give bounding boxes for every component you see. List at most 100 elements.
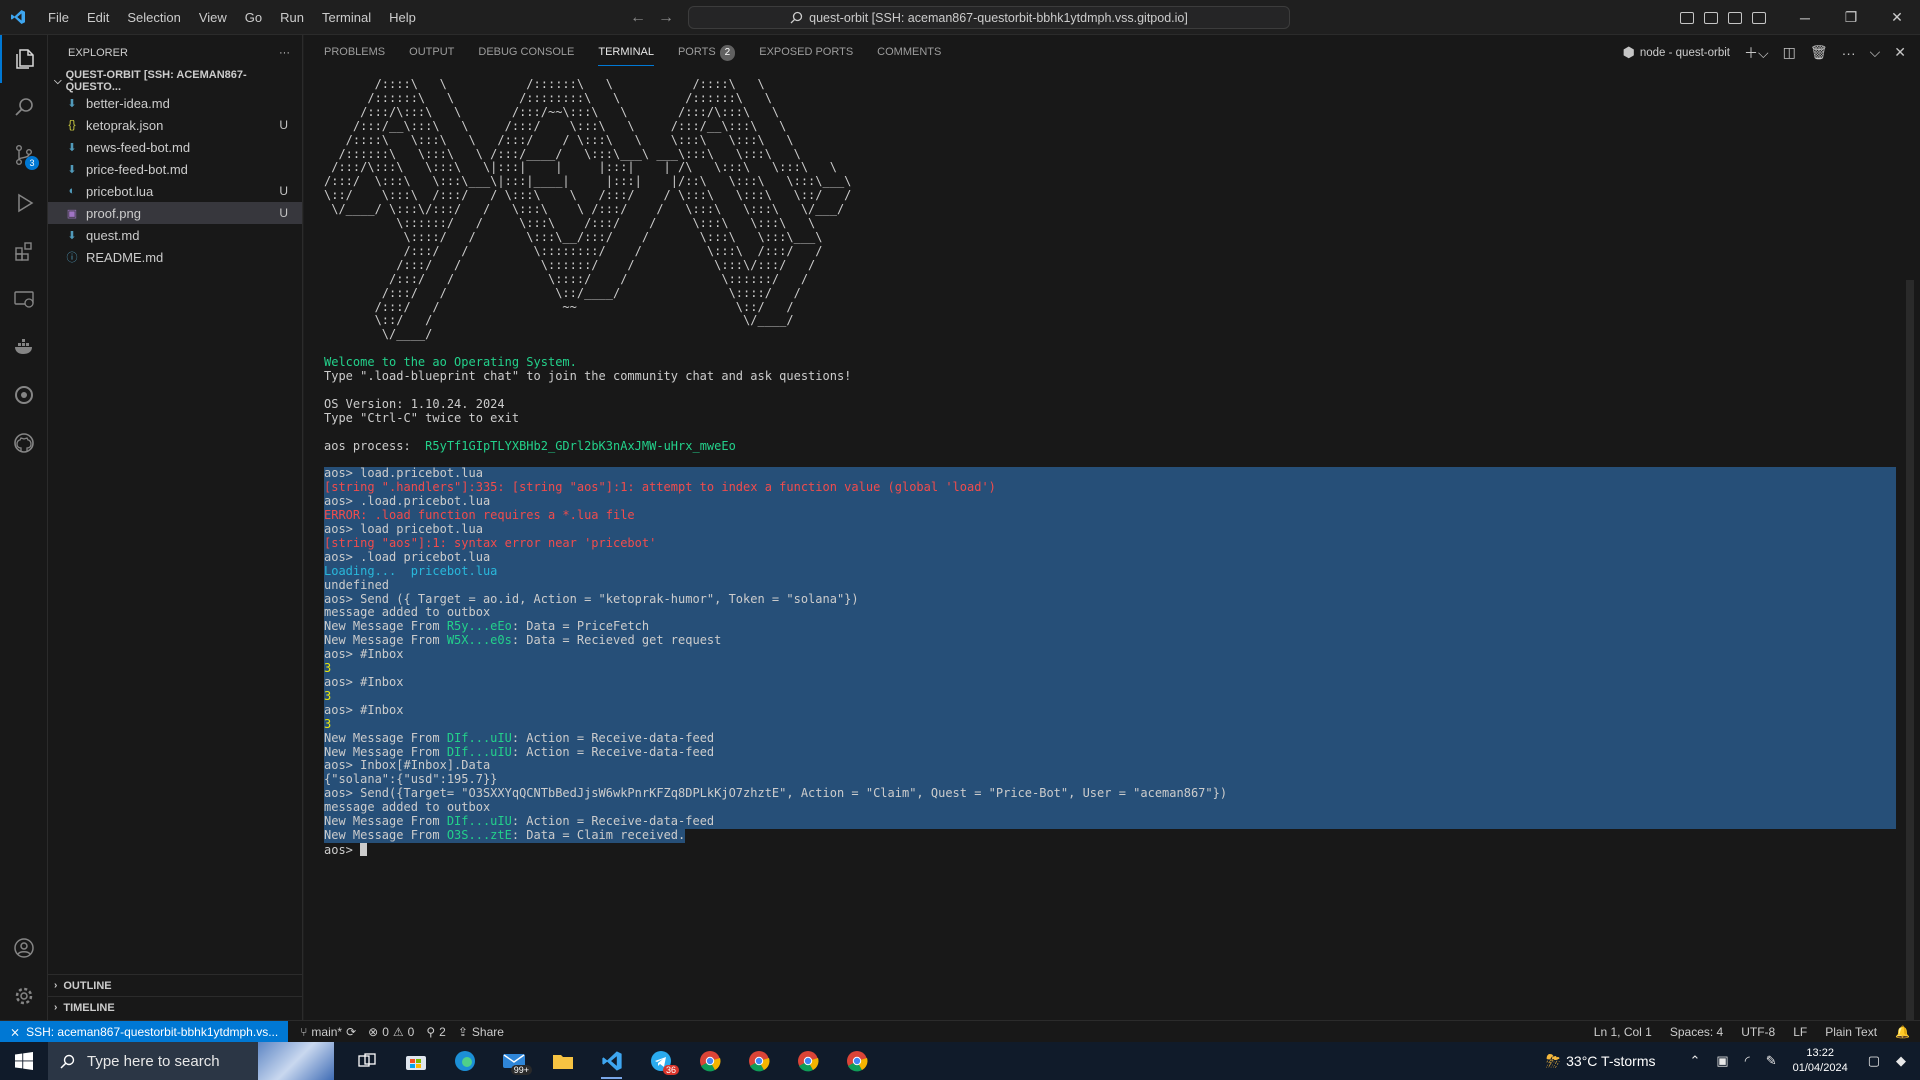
settings-gear-icon[interactable] bbox=[0, 972, 48, 1020]
menu-terminal[interactable]: Terminal bbox=[313, 0, 380, 35]
info-icon: ⓘ bbox=[66, 252, 78, 264]
end-of-line[interactable]: LF bbox=[1793, 1025, 1807, 1039]
file-item[interactable]: ⬇ news-feed-bot.md bbox=[48, 136, 302, 158]
terminal-line: aos> .load pricebot.lua bbox=[324, 550, 1896, 565]
branch-name: main* bbox=[311, 1024, 343, 1039]
forward-arrow-icon[interactable]: → bbox=[658, 9, 674, 27]
microsoft-store-icon[interactable] bbox=[391, 1042, 440, 1080]
notifications-bell-icon[interactable]: 🔔 bbox=[1895, 1025, 1910, 1039]
workspace-folder[interactable]: ⌵ QUEST-ORBIT [SSH: ACEMAN867-QUESTO... bbox=[48, 69, 302, 93]
tab-exposed-ports[interactable]: EXPOSED PORTS bbox=[759, 35, 853, 70]
menu-edit[interactable]: Edit bbox=[78, 0, 118, 35]
file-item[interactable]: ⓘ README.md bbox=[48, 246, 302, 268]
terminal-text-segment: New Message From bbox=[324, 619, 447, 634]
tab-output[interactable]: OUTPUT bbox=[409, 35, 454, 70]
more-actions-icon[interactable]: ··· bbox=[1842, 45, 1856, 61]
edge-icon[interactable] bbox=[440, 1042, 489, 1080]
file-item[interactable]: ⬇ better-idea.md bbox=[48, 92, 302, 114]
file-explorer-icon[interactable] bbox=[538, 1042, 587, 1080]
toggle-primary-sidebar-icon[interactable] bbox=[1680, 11, 1694, 24]
encoding[interactable]: UTF-8 bbox=[1741, 1025, 1775, 1039]
chrome-icon[interactable] bbox=[685, 1042, 734, 1080]
task-view-icon[interactable] bbox=[342, 1042, 391, 1080]
close-panel-icon[interactable]: ✕ bbox=[1894, 44, 1906, 61]
notifications-icon[interactable]: ▢ bbox=[1868, 1053, 1880, 1069]
file-name: proof.png bbox=[86, 205, 141, 221]
chevron-down-icon[interactable]: ⌵ bbox=[1870, 44, 1881, 61]
file-item[interactable]: {} ketoprak.json U bbox=[48, 114, 302, 136]
split-terminal-icon[interactable]: ◫ bbox=[1783, 44, 1796, 61]
menu-selection[interactable]: Selection bbox=[118, 0, 189, 35]
command-center-label: quest-orbit [SSH: aceman867-questorbit-b… bbox=[809, 10, 1188, 25]
pen-icon[interactable]: ✎ bbox=[1766, 1053, 1777, 1069]
outline-section[interactable]: › OUTLINE bbox=[48, 974, 303, 996]
telegram-icon[interactable]: 36 bbox=[636, 1042, 685, 1080]
vscode-taskbar-icon[interactable] bbox=[587, 1042, 636, 1080]
menu-view[interactable]: View bbox=[190, 0, 236, 35]
clock[interactable]: 13:22 01/04/2024 bbox=[1793, 1046, 1848, 1076]
remote-explorer-icon[interactable] bbox=[0, 275, 48, 323]
windows-start-icon[interactable] bbox=[0, 1042, 48, 1080]
close-icon[interactable]: ✕ bbox=[1874, 0, 1920, 35]
tab-debug-console[interactable]: DEBUG CONSOLE bbox=[478, 35, 574, 70]
ports-indicator[interactable]: ⚲ 2 bbox=[426, 1025, 445, 1039]
share-indicator[interactable]: ⇪ Share bbox=[458, 1025, 504, 1039]
tab-ports[interactable]: PORTS 2 bbox=[678, 35, 736, 70]
branch-indicator[interactable]: ⑂ main* ⟳ bbox=[300, 1025, 356, 1039]
extensions-icon[interactable] bbox=[0, 227, 48, 275]
back-arrow-icon[interactable]: ← bbox=[630, 9, 646, 27]
menu-run[interactable]: Run bbox=[271, 0, 313, 35]
menu-go[interactable]: Go bbox=[236, 0, 271, 35]
file-item[interactable]: ⬇ quest.md bbox=[48, 224, 302, 246]
terminal-line: message added to outbox bbox=[324, 800, 1896, 816]
terminal-name: node - quest-orbit bbox=[1639, 46, 1730, 59]
problems-indicator[interactable]: ⊗ 0 ⚠ 0 bbox=[368, 1025, 414, 1039]
chrome-profile-3-icon[interactable] bbox=[783, 1042, 832, 1080]
source-control-icon[interactable]: 3 bbox=[0, 131, 48, 179]
file-item[interactable]: ▣ proof.png U bbox=[48, 202, 302, 224]
file-name: ketoprak.json bbox=[86, 117, 164, 133]
copilot-icon[interactable]: ◆ bbox=[1896, 1053, 1906, 1069]
remote-indicator[interactable]: ⨯ SSH: aceman867-questorbit-bbhk1ytdmph.… bbox=[0, 1020, 289, 1043]
new-terminal-icon[interactable]: ＋⌵ bbox=[1744, 43, 1769, 63]
network-icon[interactable]: ◜ bbox=[1745, 1053, 1750, 1069]
command-center[interactable]: quest-orbit [SSH: aceman867-questorbit-b… bbox=[688, 6, 1290, 29]
file-item[interactable]: ⬇ price-feed-bot.md bbox=[48, 158, 302, 180]
trash-icon[interactable]: 🗑 bbox=[1810, 44, 1828, 61]
timeline-section[interactable]: › TIMELINE bbox=[48, 996, 303, 1018]
minimize-icon[interactable]: ─ bbox=[1782, 0, 1828, 35]
tab-terminal[interactable]: TERMINAL bbox=[598, 35, 654, 70]
meet-now-icon[interactable]: ▣ bbox=[1716, 1053, 1728, 1069]
tab-comments[interactable]: COMMENTS bbox=[877, 35, 941, 70]
restore-icon[interactable]: ❐ bbox=[1828, 0, 1874, 35]
weather-widget[interactable]: ⛈ 33°C T-storms bbox=[1546, 1051, 1656, 1072]
cursor-position[interactable]: Ln 1, Col 1 bbox=[1594, 1025, 1652, 1039]
docker-icon[interactable] bbox=[0, 323, 48, 371]
search-icon[interactable] bbox=[0, 83, 48, 131]
language-mode[interactable]: Plain Text bbox=[1825, 1025, 1877, 1039]
mail-icon[interactable]: 99+ bbox=[489, 1042, 538, 1080]
tab-problems[interactable]: PROBLEMS bbox=[324, 35, 385, 70]
chrome-profile-2-icon[interactable] bbox=[734, 1042, 783, 1080]
terminal-text-segment: DIf...uIU bbox=[446, 814, 512, 829]
terminal-instance[interactable]: ⬢ node - quest-orbit bbox=[1623, 44, 1730, 61]
chevron-up-icon[interactable]: ⌃ bbox=[1689, 1053, 1700, 1069]
search-icon bbox=[60, 1054, 75, 1069]
terminal-output[interactable]: /::::\ \ /::::::\ \ /::::\ \ /::::::\ \ … bbox=[324, 77, 1896, 1020]
github-icon[interactable] bbox=[0, 419, 48, 467]
explorer-icon[interactable] bbox=[0, 35, 48, 83]
menu-help[interactable]: Help bbox=[380, 0, 425, 35]
indentation[interactable]: Spaces: 4 bbox=[1670, 1025, 1723, 1039]
file-item[interactable]: ◐ pricebot.lua U bbox=[48, 180, 302, 202]
more-actions-icon[interactable]: ··· bbox=[279, 47, 290, 59]
toggle-secondary-sidebar-icon[interactable] bbox=[1728, 11, 1742, 24]
taskbar-search[interactable]: Type here to search bbox=[48, 1042, 334, 1080]
accounts-icon[interactable] bbox=[0, 924, 48, 972]
menu-file[interactable]: File bbox=[39, 0, 78, 35]
chrome-profile-4-icon[interactable] bbox=[832, 1042, 881, 1080]
toggle-panel-icon[interactable] bbox=[1704, 11, 1718, 24]
terminal-scrollbar[interactable] bbox=[1906, 280, 1914, 1053]
gitlens-icon[interactable] bbox=[0, 371, 48, 419]
run-debug-icon[interactable] bbox=[0, 179, 48, 227]
customize-layout-icon[interactable] bbox=[1752, 11, 1766, 24]
